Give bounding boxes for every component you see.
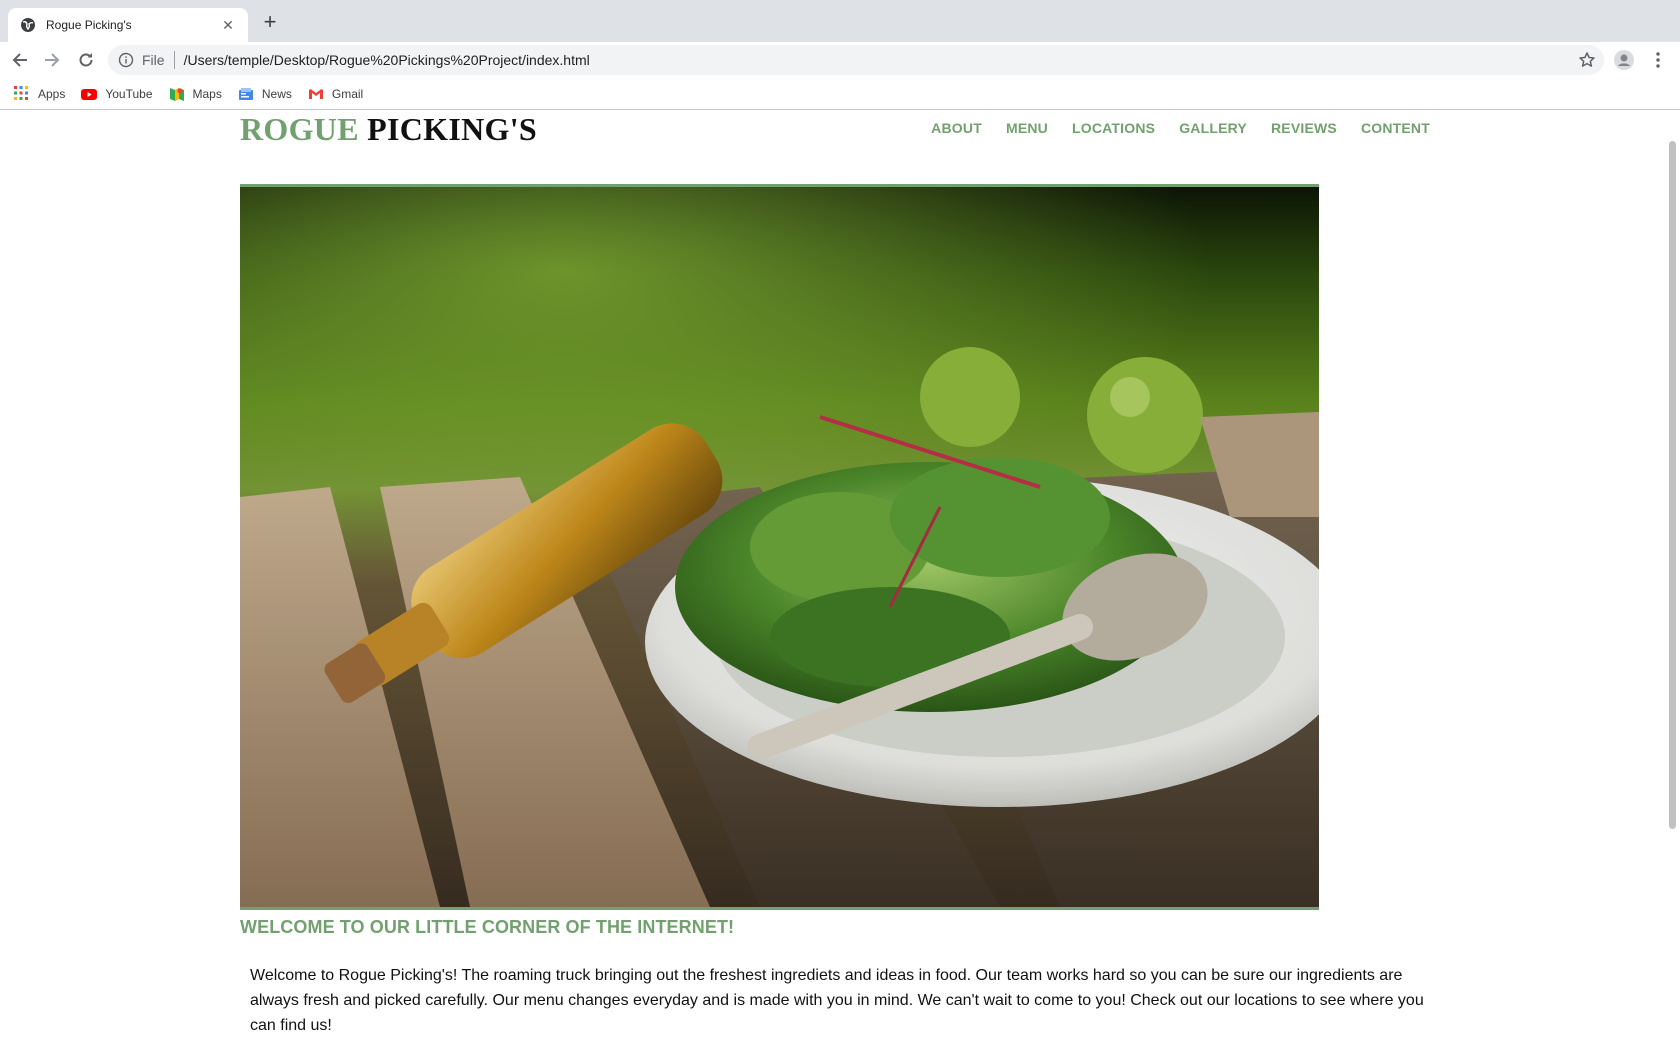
bookmark-label: Maps <box>192 86 222 101</box>
main-nav: ABOUT MENU LOCATIONS GALLERY REVIEWS CON… <box>907 120 1430 136</box>
bookmark-youtube[interactable]: YouTube <box>81 86 153 102</box>
page-viewport: ROGUE PICKING'S ABOUT MENU LOCATIONS GAL… <box>0 111 1680 1050</box>
bookmark-news[interactable]: News <box>238 86 292 102</box>
forward-arrow-icon <box>45 53 60 67</box>
page-scrollbar[interactable] <box>1665 111 1680 1050</box>
logo-word-rogue: ROGUE <box>240 111 359 147</box>
news-icon <box>238 86 254 102</box>
bookmark-maps[interactable]: Maps <box>169 86 222 102</box>
bookmark-label: YouTube <box>105 86 153 101</box>
reload-button[interactable] <box>74 49 98 71</box>
nav-content-link[interactable]: CONTENT <box>1361 120 1430 136</box>
back-button[interactable] <box>8 49 32 71</box>
welcome-heading: WELCOME TO OUR LITTLE CORNER OF THE INTE… <box>240 917 735 937</box>
omnibox-divider <box>173 51 175 69</box>
nav-menu-link[interactable]: MENU <box>1006 120 1048 136</box>
url-text[interactable]: /Users/temple/Desktop/Rogue%20Pickings%2… <box>184 52 590 68</box>
apps-grid-icon <box>14 85 30 102</box>
reload-icon <box>79 53 93 67</box>
bookmark-label: News <box>261 86 292 101</box>
nav-about-link[interactable]: ABOUT <box>931 120 982 136</box>
browser-tab[interactable]: Rogue Picking's ✕ <box>8 8 248 42</box>
youtube-icon <box>81 86 98 102</box>
bookmark-gmail[interactable]: Gmail <box>308 86 363 102</box>
tab-strip: Rogue Picking's ✕ + <box>0 0 1680 42</box>
bookmark-star-icon[interactable] <box>1578 51 1596 69</box>
back-arrow-icon <box>12 53 27 67</box>
maps-icon <box>169 86 185 102</box>
bookmark-apps[interactable]: Apps <box>14 85 66 102</box>
tab-title: Rogue Picking's <box>46 18 132 32</box>
bookmarks-bar: Apps YouTube Maps News Gmail <box>0 78 1680 110</box>
browser-toolbar: File /Users/temple/Desktop/Rogue%20Picki… <box>0 42 1680 78</box>
profile-avatar-icon[interactable] <box>1614 50 1634 70</box>
nav-locations-link[interactable]: LOCATIONS <box>1072 120 1155 136</box>
bookmark-label: Gmail <box>331 86 364 101</box>
address-bar[interactable]: File /Users/temple/Desktop/Rogue%20Picki… <box>108 45 1604 75</box>
logo-word-pickings: PICKING'S <box>367 111 537 147</box>
scheme-label: File <box>142 52 165 68</box>
bookmark-label: Apps <box>38 86 66 101</box>
forward-button[interactable] <box>40 49 64 71</box>
new-tab-button[interactable]: + <box>260 11 280 33</box>
nav-reviews-link[interactable]: REVIEWS <box>1271 120 1337 136</box>
globe-icon <box>20 17 36 33</box>
info-icon[interactable] <box>118 52 134 68</box>
close-tab-icon[interactable]: ✕ <box>220 17 236 33</box>
hero-salad-photo <box>240 184 1319 910</box>
gmail-icon <box>308 86 324 102</box>
site-logo[interactable]: ROGUE PICKING'S <box>240 111 537 148</box>
scrollbar-thumb[interactable] <box>1669 141 1676 829</box>
nav-gallery-link[interactable]: GALLERY <box>1179 120 1247 136</box>
welcome-paragraph: Welcome to Rogue Picking's! The roaming … <box>250 967 1424 1034</box>
browser-menu-icon[interactable] <box>1648 49 1668 71</box>
